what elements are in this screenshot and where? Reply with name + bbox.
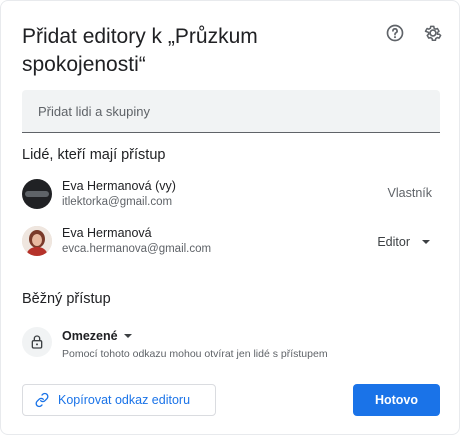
lock-icon (22, 327, 52, 357)
person-name: Eva Hermanová (62, 226, 152, 240)
person-name: Eva Hermanová (vy) (62, 179, 176, 193)
link-icon (35, 392, 49, 408)
avatar (22, 226, 52, 256)
person-email: itlektorka@gmail.com (62, 196, 173, 208)
role-dropdown[interactable]: Editor (377, 229, 430, 255)
general-access-title: Běžný přístup (22, 291, 111, 307)
dialog-title: Přidat editory k „Průzkum spokojenosti“ (22, 25, 258, 76)
add-people-input[interactable] (22, 90, 440, 133)
copy-link-label: Kopírovat odkaz editoru (58, 393, 191, 407)
people-section-title: Lidé, kteří mají přístup (22, 147, 166, 163)
role-dropdown-label: Editor (377, 235, 410, 249)
chevron-down-icon (422, 240, 430, 244)
help-icon[interactable] (383, 21, 407, 45)
copy-link-button[interactable]: Kopírovat odkaz editoru (22, 384, 216, 416)
person-row: Eva Hermanová (vy) itlektorka@gmail.com … (22, 177, 440, 213)
share-dialog: Přidat editory k „Průzkum spokojenosti“ … (0, 0, 460, 435)
done-button[interactable]: Hotovo (353, 384, 440, 416)
access-description: Pomocí tohoto odkazu mohou otvírat jen l… (62, 348, 328, 360)
person-email: evca.hermanova@gmail.com (62, 243, 212, 255)
person-row: Eva Hermanová evca.hermanova@gmail.com E… (22, 224, 440, 260)
avatar (22, 179, 52, 209)
dialog-header: Přidat editory k „Průzkum spokojenosti“ (22, 23, 367, 79)
access-level-dropdown[interactable]: Omezené (62, 327, 132, 345)
settings-icon[interactable] (421, 21, 445, 45)
general-access-row: Omezené Pomocí tohoto odkazu mohou otvír… (22, 327, 440, 367)
header-actions (383, 21, 445, 45)
access-level-label: Omezené (62, 329, 118, 343)
chevron-down-icon (123, 334, 132, 338)
owner-role-label: Vlastník (387, 186, 432, 200)
